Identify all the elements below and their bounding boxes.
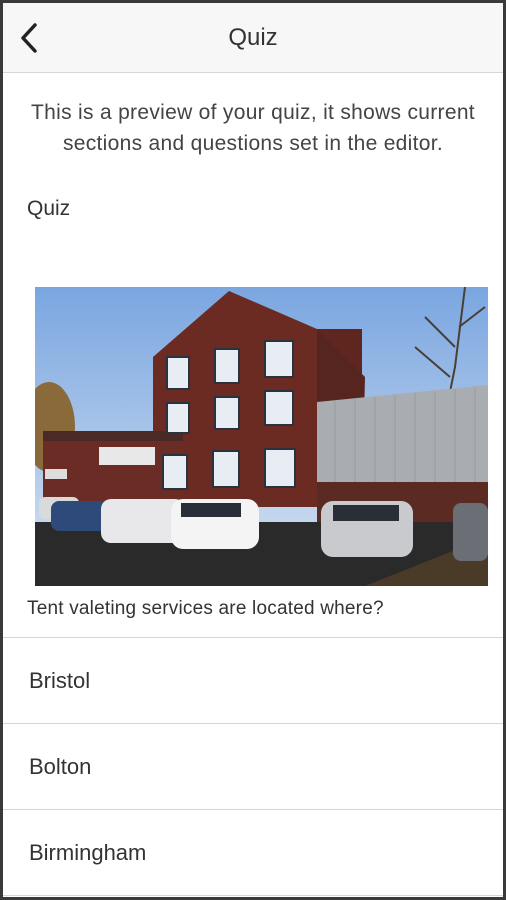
building-photo — [35, 287, 488, 586]
app-screen: Quiz This is a preview of your quiz, it … — [3, 3, 503, 897]
question-image — [35, 287, 488, 586]
page-title: Quiz — [228, 24, 278, 51]
answer-option[interactable]: Bolton — [3, 724, 503, 810]
question-text: Tent valeting services are located where… — [27, 598, 384, 619]
answer-option[interactable]: Bristol — [3, 638, 503, 724]
preview-description: This is a preview of your quiz, it shows… — [31, 101, 475, 155]
section-title: Quiz — [27, 197, 71, 220]
answer-option[interactable]: Birmingham — [3, 810, 503, 896]
top-bar: Quiz — [3, 3, 503, 73]
answer-list: Bristol Bolton Birmingham — [3, 637, 503, 896]
